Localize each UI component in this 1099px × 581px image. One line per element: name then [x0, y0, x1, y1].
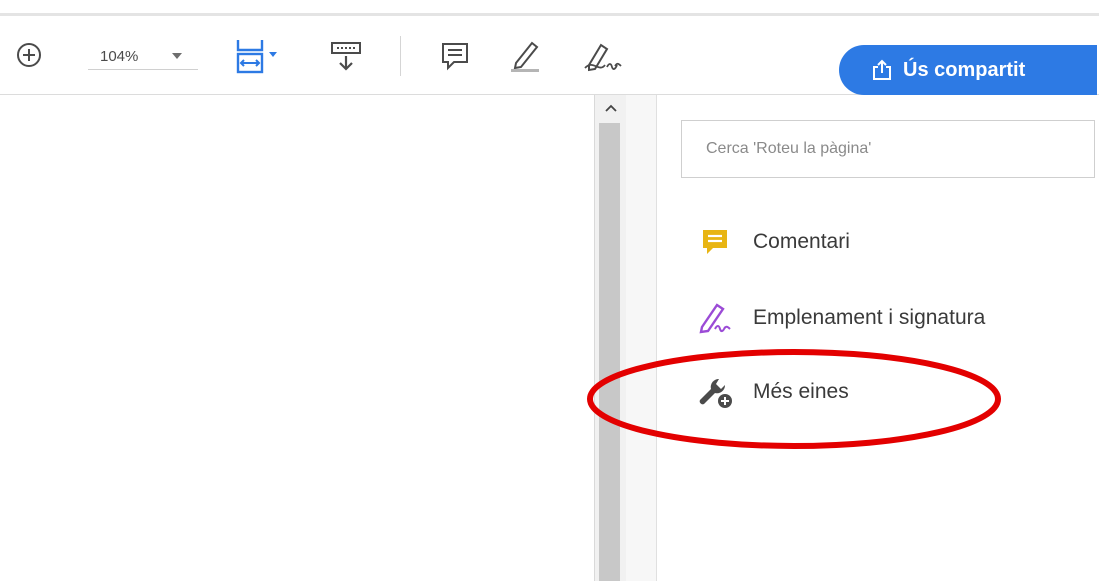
zoom-level-dropdown[interactable]: 104% [88, 43, 198, 70]
tool-item-more-tools[interactable]: Més eines [697, 372, 849, 412]
share-button-label: Ús compartit [903, 58, 1026, 81]
tool-item-label: Emplenament i signatura [753, 306, 986, 329]
document-viewport[interactable] [0, 95, 594, 581]
toolbar-divider [400, 36, 401, 76]
tools-search-input[interactable] [681, 120, 1095, 178]
scroll-mode-icon[interactable] [326, 36, 366, 76]
highlight-icon[interactable] [505, 36, 545, 76]
vertical-scrollbar[interactable] [594, 95, 627, 581]
scroll-up-arrow-icon[interactable] [595, 95, 627, 121]
more-tools-wrench-icon [697, 374, 733, 410]
share-upload-icon [873, 59, 891, 80]
tool-item-comment[interactable]: Comentari [697, 222, 850, 262]
comment-icon[interactable] [435, 36, 475, 76]
zoom-in-icon[interactable] [14, 40, 44, 70]
tool-item-fill-and-sign[interactable]: Emplenament i signatura [697, 298, 985, 338]
tools-pane: Comentari Emplenament i signatura Més ei… [657, 95, 1099, 581]
tool-item-label: Comentari [753, 230, 850, 253]
fill-sign-icon [697, 300, 733, 336]
toolbar: 104% Ús compartit [0, 16, 1099, 95]
comment-tool-icon [697, 224, 733, 260]
chevron-down-icon [172, 53, 182, 59]
share-button[interactable]: Ús compartit [839, 45, 1097, 95]
sign-icon[interactable] [578, 36, 628, 76]
scrollbar-thumb[interactable] [599, 123, 620, 581]
zoom-level-value: 104% [100, 47, 139, 65]
fit-page-width-icon[interactable] [232, 36, 292, 76]
pane-splitter[interactable] [626, 95, 657, 581]
tool-item-label: Més eines [753, 380, 849, 403]
